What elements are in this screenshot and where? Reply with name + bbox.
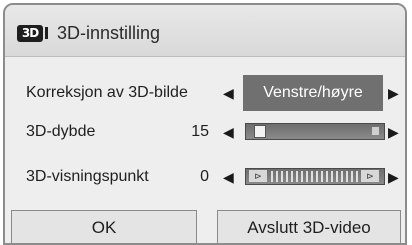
depth-value: 15 — [191, 123, 209, 140]
correction-label: Korreksjon av 3D-bilde — [26, 84, 188, 101]
correction-arrow-left-icon[interactable]: ◀ — [223, 85, 234, 101]
depth-slider-knob[interactable] — [254, 125, 266, 138]
3d-settings-dialog: 3D 3D-innstilling Korreksjon av 3D-bilde… — [3, 3, 407, 245]
viewpoint-label: 3D-visningspunkt — [26, 168, 149, 185]
viewpoint-slider[interactable]: ⊳ ⊳ — [245, 168, 385, 185]
depth-arrow-right-icon[interactable]: ▶ — [388, 124, 399, 140]
depth-slider[interactable] — [245, 123, 385, 140]
depth-slider-end-mark — [372, 127, 379, 135]
3d-badge-mark — [45, 27, 48, 39]
depth-arrow-left-icon[interactable]: ◀ — [223, 124, 234, 140]
3d-badge-icon: 3D — [17, 25, 43, 42]
depth-label: 3D-dybde — [26, 123, 96, 140]
viewpoint-value: 0 — [200, 168, 209, 185]
viewpoint-tick-marks — [271, 171, 359, 182]
viewpoint-arrow-left-icon[interactable]: ◀ — [223, 169, 234, 185]
exit-3d-video-button[interactable]: Avslutt 3D-video — [217, 210, 401, 243]
dialog-titlebar: 3D 3D-innstilling — [5, 5, 405, 57]
viewpoint-left-end-icon: ⊳ — [249, 170, 267, 182]
viewpoint-arrow-right-icon[interactable]: ▶ — [388, 169, 399, 185]
correction-value: Venstre/høyre — [263, 84, 363, 101]
dialog-title: 3D-innstilling — [57, 23, 161, 43]
ok-button[interactable]: OK — [11, 210, 197, 243]
correction-arrow-right-icon[interactable]: ▶ — [388, 85, 399, 101]
viewpoint-right-end-icon: ⊳ — [361, 170, 379, 182]
